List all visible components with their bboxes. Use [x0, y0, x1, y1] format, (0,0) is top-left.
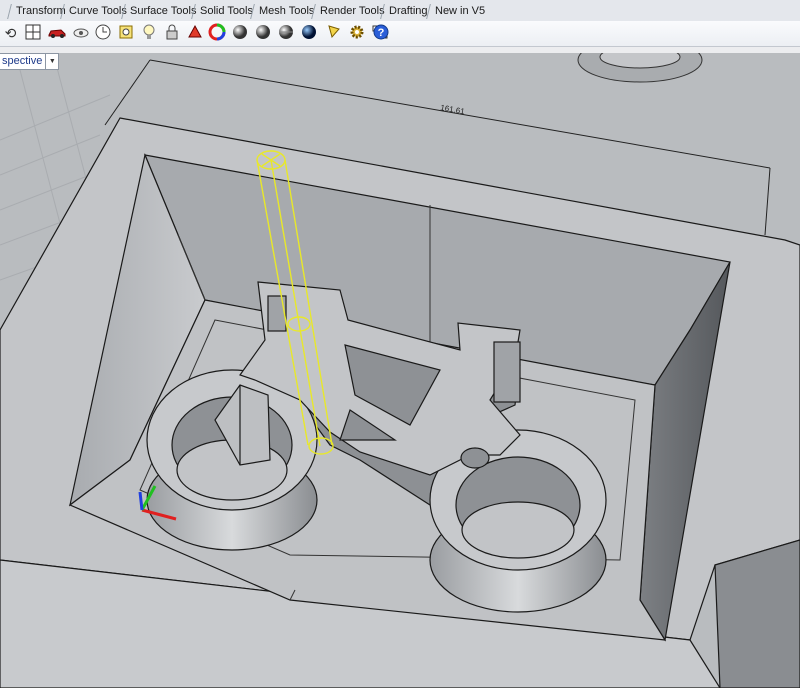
- toolbar-tab-strip: Transform Curve Tools Surface Tools Soli…: [0, 0, 800, 22]
- globe-icon[interactable]: [298, 23, 319, 44]
- bulb-icon[interactable]: [138, 23, 159, 44]
- sphere-render-icon[interactable]: [252, 23, 273, 44]
- perspective-viewport[interactable]: 161.61: [0, 53, 800, 688]
- car-icon[interactable]: [46, 23, 67, 44]
- material-icon[interactable]: [184, 23, 205, 44]
- dimension-label: 161.61: [440, 103, 466, 116]
- clock-icon[interactable]: [92, 23, 113, 44]
- chevron-down-icon[interactable]: ▼: [45, 54, 58, 69]
- hide-icon[interactable]: [70, 23, 91, 44]
- help-icon[interactable]: ?: [366, 23, 389, 44]
- gear-icon[interactable]: [346, 23, 367, 44]
- rotate-view-icon[interactable]: ⟲: [0, 23, 21, 44]
- grid-icon[interactable]: [22, 23, 43, 44]
- viewport-title: spective: [2, 55, 43, 67]
- lamp-icon[interactable]: [324, 23, 345, 44]
- tab-solid-tools[interactable]: Solid Tools: [194, 3, 259, 20]
- lock-icon[interactable]: [161, 23, 182, 44]
- sphere-shaded-icon[interactable]: [229, 23, 250, 44]
- sphere-rendered-icon[interactable]: [275, 23, 296, 44]
- svg-text:?: ?: [378, 27, 385, 39]
- color-wheel-icon[interactable]: [206, 23, 227, 44]
- tab-new-in-v5[interactable]: New in V5: [429, 3, 491, 20]
- viewport-title-tab[interactable]: spective ▼: [0, 53, 60, 70]
- mold-right-face: [714, 539, 800, 688]
- command-toolbar: ⟲ ?: [0, 21, 800, 47]
- background-part: [577, 53, 703, 83]
- snap-icon[interactable]: [115, 23, 136, 44]
- tab-render-tools[interactable]: Render Tools: [314, 3, 391, 20]
